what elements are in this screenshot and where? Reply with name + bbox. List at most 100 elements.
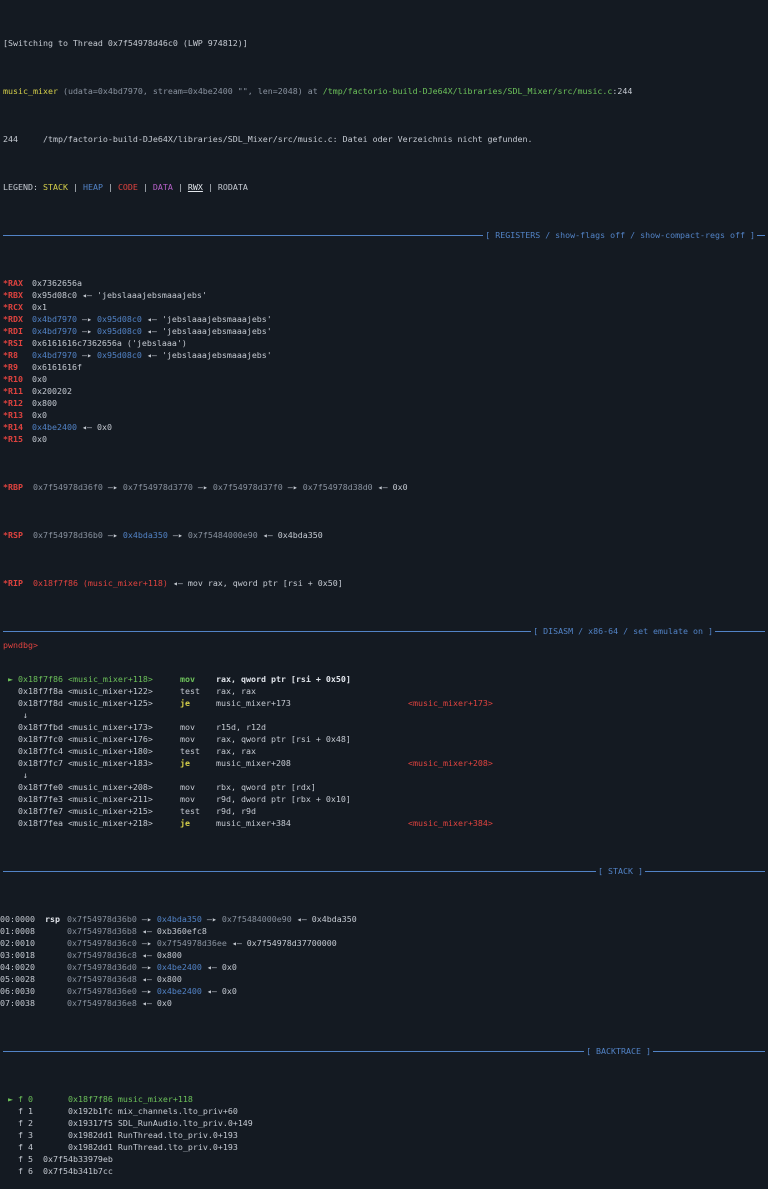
instruction-symbol: <music_mixer+125> [62,698,153,708]
backtrace-row: f 2 0x19317f5 SDL_RunAudio.lto_priv.0+14… [3,1117,765,1129]
register-row: *RSI 0x6161616c7362656a ('jebslaaa') [3,337,765,349]
current-frame-marker [3,1130,18,1140]
instruction-operands: rax, rax [216,746,256,756]
register-deref: ◂— 'jebslaaajebsmaaajebs' [141,350,272,360]
stack-value: ◂— 0x7f54978d37700000 [226,938,337,948]
register-deref: ◂— 'jebslaaajebsmaaajebs' [76,290,207,300]
frame-number: f 6 [18,1166,33,1176]
register-name: *R15 [3,434,23,444]
disasm-row: 0x18f7fbd <music_mixer+173> mov r15d, r12d [3,721,765,733]
register-value: 0x4bd7970 [32,314,77,324]
instruction-symbol: <music_mixer+211> [62,794,153,804]
arrow: —▸ [76,314,97,324]
arrow: —▸ [136,962,157,972]
legend-label: LEGEND: [3,182,43,192]
frame-address: 0x7f54b341b7cc [33,1166,113,1176]
stack-row: 01:0008 0x7f54978d36b8 ◂— 0xb360efc8 [0,925,765,937]
stack-offset: 00:0000 [0,914,35,924]
source-line-text: 244 /tmp/factorio-build-DJe64X/libraries… [3,134,533,144]
register-row: *RDI 0x4bd7970 —▸ 0x95d08c0 ◂— 'jebslaaaj… [3,325,765,337]
stack-address: 0x7f54978d36e8 [66,998,137,1008]
instruction-operands: r9d, r9d [216,806,256,816]
stack-pointer: 0x7f5484000e90 [221,914,292,924]
register-name: *RSP [3,530,23,540]
instruction-address: 0x18f7fc7 [18,758,63,768]
instruction-operands: rax, qword ptr [rsi + 0x48] [216,734,351,744]
instruction-symbol: <music_mixer+215> [62,806,153,816]
register-row: *R14 0x4be2400 ◂— 0x0 [3,421,765,433]
instruction-mnemonic: mov [180,722,195,732]
legend-rwx: RWX [187,182,203,192]
rbp-line: *RBP 0x7f54978d36f0 —▸ 0x7f54978d3770 —▸… [3,482,408,492]
rsp-ptr1: 0x4bda350 [122,530,168,540]
register-deref: ◂— 'jebslaaajebsmaaajebs' [141,314,272,324]
stack-row: 03:0018 0x7f54978d36c8 ◂— 0x800 [0,949,765,961]
register-row: *RDX 0x4bd7970 —▸ 0x95d08c0 ◂— 'jebslaaaj… [3,313,765,325]
register-name: *R10 [3,374,23,384]
stack-value: ◂— 0xb360efc8 [136,926,207,936]
stack-value: ◂— 0x0 [136,998,172,1008]
register-name: *R11 [3,386,23,396]
jump-arrow: ↓ [3,710,28,720]
instruction-address: 0x18f7f8a [18,686,63,696]
rip-value: 0x18f7f86 (music_mixer+118) [32,578,168,588]
current-frame-marker: ► [3,1094,18,1104]
instruction-operands: music_mixer+173 [216,698,291,708]
stack-offset: 06:0030 [0,986,35,996]
rsp-line: *RSP 0x7f54978d36b0 —▸ 0x4bda350 —▸ 0x7f… [3,530,323,540]
stack-pointer: 0x4be2400 [156,962,202,972]
register-value: 0x0 [32,434,47,444]
current-frame-marker [3,1118,18,1128]
stack-row: 05:0028 0x7f54978d36d8 ◂— 0x800 [0,973,765,985]
current-instruction-marker [3,818,18,828]
disasm-row: 0x18f7fe0 <music_mixer+208> mov rbx, qword… [3,781,765,793]
stack-row: 07:0038 0x7f54978d36e8 ◂— 0x0 [0,997,765,1009]
register-value: 0x6161616f [32,362,82,372]
instruction-mnemonic: je [180,758,190,768]
arrow: —▸ [76,350,97,360]
frame-number: f 1 [18,1106,33,1116]
source-line: 244 /tmp/factorio-build-DJe64X/libraries… [3,133,765,145]
backtrace-header: [ BACKTRACE ] [3,1045,765,1057]
stack-offset: 03:0018 [0,950,35,960]
register-row: *R13 0x0 [3,409,765,421]
disasm-row: 0x18f7fe7 <music_mixer+215> test r9d, r9d [3,805,765,817]
register-row: *R15 0x0 [3,433,765,445]
disasm-row: 0x18f7fea <music_mixer+218> je music_mixer… [3,817,765,829]
register-value: 0x0 [32,374,47,384]
stack-row: 00:0000 rsp 0x7f54978d36b0 —▸ 0x4bda350 —… [0,913,765,925]
rsp-tail: ◂— 0x4bda350 [257,530,323,540]
arrow: —▸ [136,938,157,948]
disasm-header: [ DISASM / x86-64 / set emulate on ] [3,625,765,637]
instruction-symbol: <music_mixer+180> [62,746,153,756]
register-name: *RAX [3,278,23,288]
instruction-operands: rbx, qword ptr [rdx] [216,782,316,792]
instruction-symbol: <music_mixer+122> [62,686,153,696]
command-prompt[interactable]: pwndbg> [3,639,38,651]
backtrace-row: f 6 0x7f54b341b7cc [3,1165,765,1177]
register-name: *RIP [3,578,23,588]
instruction-symbol: <music_mixer+218> [62,818,153,828]
instruction-mnemonic: test [180,746,200,756]
instruction-address: 0x18f7fc4 [18,746,63,756]
register-pointer: 0x95d08c0 [96,350,142,360]
current-instruction-marker [3,806,18,816]
registers-title: [ REGISTERS / show-flags off / show-comp… [483,229,757,241]
stack-pointer: 0x7f54978d36ee [156,938,227,948]
register-name: *RCX [3,302,23,312]
stack-offset: 04:0020 [0,962,35,972]
instruction-mnemonic: mov [180,794,195,804]
instruction-address: 0x18f7fc0 [18,734,63,744]
disasm-row: 0x18f7fe3 <music_mixer+211> mov r9d, dword… [3,793,765,805]
stack-value: ◂— 0x4bda350 [291,914,357,924]
legend-data: DATA [152,182,173,192]
instruction-symbol: <music_mixer+183> [62,758,153,768]
instruction-mnemonic: test [180,686,200,696]
legend-line: LEGEND: STACK | HEAP | CODE | DATA | RWX… [3,182,248,192]
